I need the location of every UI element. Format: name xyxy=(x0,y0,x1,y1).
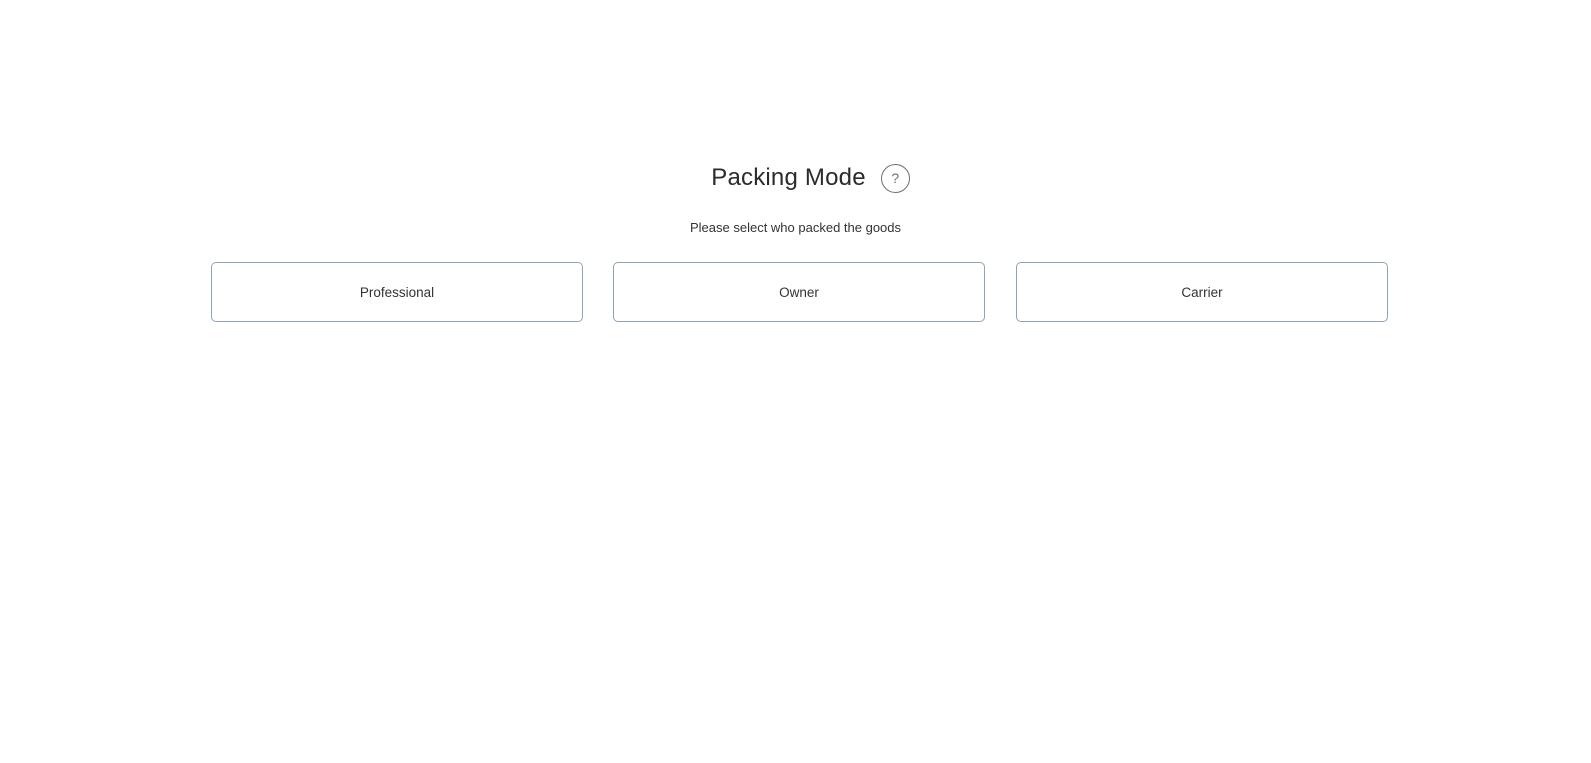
option-professional-button[interactable]: Professional xyxy=(211,262,583,322)
page-title: Packing Mode xyxy=(711,164,866,191)
question-mark-icon: ? xyxy=(891,170,900,186)
help-button[interactable]: ? xyxy=(880,163,910,193)
page-subtitle: Please select who packed the goods xyxy=(689,220,902,235)
option-label: Carrier xyxy=(1181,284,1223,300)
option-carrier-button[interactable]: Carrier xyxy=(1016,262,1388,322)
option-label: Owner xyxy=(779,284,819,300)
header: Packing Mode ? xyxy=(0,160,1591,196)
option-owner-button[interactable]: Owner xyxy=(613,262,985,322)
option-label: Professional xyxy=(359,284,435,300)
